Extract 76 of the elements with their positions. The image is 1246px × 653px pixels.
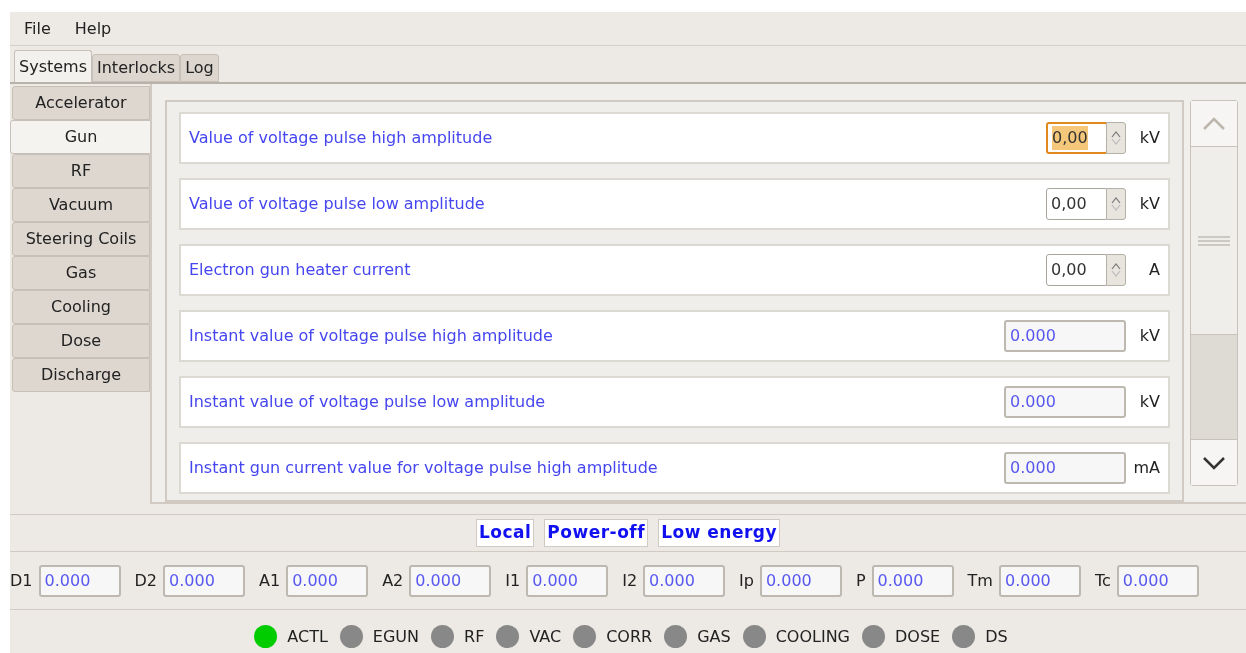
spin-box[interactable]: 0,00 [1046, 188, 1108, 220]
reading-label: Ip [739, 569, 754, 592]
down-icon [1111, 204, 1121, 211]
side-tab[interactable]: Discharge [12, 358, 150, 392]
status-label: ACTL [287, 625, 328, 648]
reading-field: 0.000 [526, 564, 609, 597]
readout-field: 0.000 [1004, 452, 1126, 484]
tab[interactable]: Interlocks [92, 54, 181, 82]
status-label: EGUN [372, 625, 420, 648]
status-label: VAC [529, 625, 562, 648]
unit-label: kV [1138, 127, 1160, 149]
status-label: CORR [606, 625, 653, 648]
up-icon [1111, 263, 1121, 270]
down-icon [1111, 138, 1121, 145]
spin-arrows[interactable] [1106, 122, 1126, 154]
reading-field: 0.000 [286, 564, 369, 597]
menu-item[interactable]: Help [74, 16, 112, 41]
reading-field: 0.000 [409, 564, 492, 597]
reading-label: A2 [382, 569, 404, 592]
down-icon [1111, 270, 1121, 277]
reading-field: 0.000 [1116, 564, 1199, 597]
spin-box[interactable]: 0,00 [1046, 254, 1108, 286]
unit-label: kV [1138, 325, 1160, 347]
parameter-label: Value of voltage pulse high amplitude [189, 127, 494, 149]
scrollbar[interactable] [1190, 100, 1238, 486]
side-tab[interactable]: Cooling [12, 290, 150, 324]
readout-field: 0.000 [1004, 386, 1126, 418]
mode-badge: Low energy [658, 519, 781, 547]
unit-label: kV [1138, 391, 1160, 413]
spin-arrows[interactable] [1106, 188, 1126, 220]
unit-label: kV [1138, 193, 1160, 215]
parameter-label: Instant value of voltage pulse high amplitude [189, 325, 554, 347]
status-label: DS [985, 625, 1008, 648]
up-icon [1111, 197, 1121, 204]
reading-label: I2 [622, 569, 638, 592]
parameter-label: Electron gun heater current [189, 259, 412, 281]
menu-item[interactable]: File [24, 16, 51, 41]
status-label: DOSE [895, 625, 941, 648]
parameter-label: Instant gun current value for voltage pulse high amplitude [189, 457, 659, 479]
parameter-label: Value of voltage pulse low amplitude [189, 193, 486, 215]
side-tab[interactable]: Gun [10, 120, 152, 154]
mode-badge: Local [475, 519, 535, 547]
parameter-label: Instant value of voltage pulse low amplitude [189, 391, 547, 413]
reading-field: 0.000 [759, 564, 842, 597]
unit-label: A [1148, 259, 1160, 281]
side-tab[interactable]: Steering Coils [12, 222, 150, 256]
readout-field: 0.000 [1004, 320, 1126, 352]
spin-arrows[interactable] [1106, 254, 1126, 286]
unit-label: mA [1132, 457, 1160, 479]
tab[interactable]: Systems [14, 50, 92, 82]
reading-field: 0.000 [871, 564, 954, 597]
status-label: GAS [697, 625, 731, 648]
side-tab[interactable]: Vacuum [12, 188, 150, 222]
side-tab[interactable]: RF [12, 154, 150, 188]
reading-field: 0.000 [998, 564, 1081, 597]
reading-field: 0.000 [163, 564, 245, 597]
tab[interactable]: Log [180, 54, 219, 82]
reading-field: 0.000 [643, 564, 726, 597]
side-tab[interactable]: Dose [12, 324, 150, 358]
reading-field: 0.000 [38, 564, 121, 597]
reading-label: D1 [10, 569, 33, 592]
reading-label: Tm [967, 569, 993, 592]
scroll-thumb[interactable] [1191, 147, 1237, 335]
spin-box[interactable]: 0,00 [1046, 122, 1108, 154]
reading-label: D2 [134, 569, 157, 592]
reading-label: A1 [259, 569, 281, 592]
up-icon [1111, 131, 1121, 138]
mode-badge: Power-off [544, 519, 649, 547]
status-label: RF [464, 625, 485, 648]
reading-label: I1 [505, 569, 521, 592]
side-tab[interactable]: Gas [12, 256, 150, 290]
grip-icon [1198, 235, 1230, 246]
reading-label: P [855, 569, 866, 592]
reading-label: Tc [1094, 569, 1111, 592]
side-tab[interactable]: Accelerator [12, 86, 150, 120]
status-label: COOLING [775, 625, 850, 648]
